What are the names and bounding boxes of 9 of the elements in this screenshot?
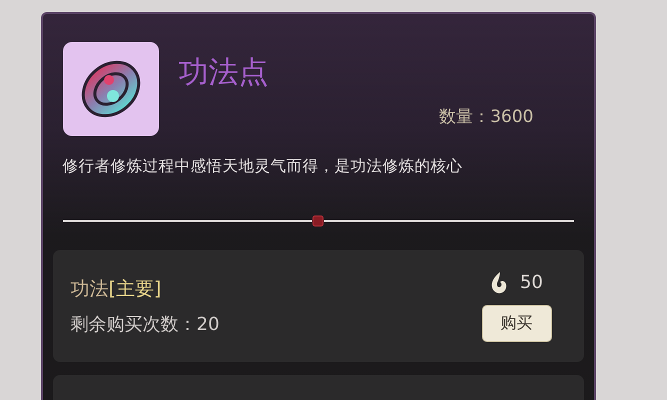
offer-tag: [主要] [108,276,162,302]
offer-name: 功法 [70,277,108,302]
quantity-text: 数量：3600 [439,106,534,128]
flame-icon [490,270,508,294]
remaining-purchases: 剩余购买次数：20 [70,313,220,336]
item-title: 功法点 [178,54,270,92]
buy-button[interactable]: 购买 [482,304,552,342]
item-description: 修行者修炼过程中感悟天地灵气而得，是功法修炼的核心 [62,156,464,177]
price-text: 50 [520,272,543,293]
